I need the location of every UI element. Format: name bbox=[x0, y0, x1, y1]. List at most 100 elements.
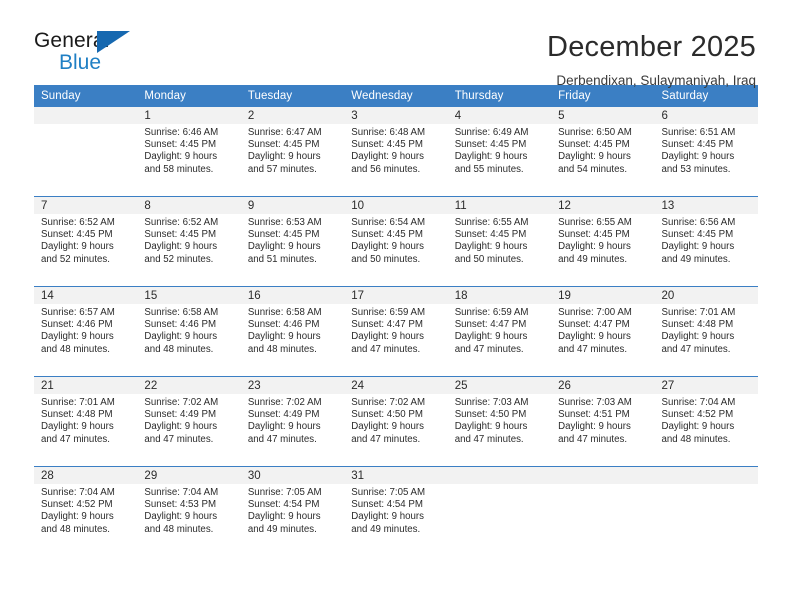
day-detail-line: and 47 minutes. bbox=[558, 433, 628, 445]
weekday-header-tuesday: Tuesday bbox=[240, 85, 345, 107]
day-detail-line: and 48 minutes. bbox=[661, 433, 731, 445]
calendar-day-cell[interactable]: 5 Sunrise: 6:50 AM Sunset: 4:45 PM Daylight… bbox=[551, 107, 655, 197]
day-cell-inner: 3 Sunrise: 6:48 AM Sunset: 4:45 PM Daylight… bbox=[344, 107, 448, 196]
calendar-day-cell[interactable]: 21 Sunrise: 7:01 AM Sunset: 4:48 PM Dayligh… bbox=[34, 376, 138, 467]
calendar-day-cell[interactable]: 20 Sunrise: 7:01 AM Sunset: 4:48 PM Dayligh… bbox=[654, 286, 758, 377]
day-cell-inner: 30 Sunrise: 7:05 AM Sunset: 4:54 PM Dayligh… bbox=[240, 467, 345, 556]
day-detail-line: Sunrise: 7:01 AM bbox=[41, 397, 115, 408]
day-detail-line: Sunrise: 6:50 AM bbox=[558, 127, 632, 138]
day-number: 24 bbox=[344, 377, 448, 394]
calendar-week-row: 7 Sunrise: 6:52 AM Sunset: 4:45 PM Daylight… bbox=[34, 196, 758, 287]
calendar-day-cell[interactable]: 13 Sunrise: 6:56 AM Sunset: 4:45 PM Dayligh… bbox=[654, 196, 758, 287]
day-detail-line: Daylight: 9 hours bbox=[454, 331, 528, 343]
day-detail-line: and 47 minutes. bbox=[558, 343, 628, 355]
day-cell-details bbox=[34, 124, 137, 127]
day-detail-line: and 52 minutes. bbox=[41, 253, 110, 265]
day-cell-details: Sunrise: 7:03 AM Sunset: 4:50 PM Daylight:… bbox=[448, 394, 551, 446]
day-number: 9 bbox=[240, 197, 345, 214]
calendar-day-cell[interactable]: 25 Sunrise: 7:03 AM Sunset: 4:50 PM Dayligh… bbox=[447, 376, 552, 467]
day-detail-line: Daylight: 9 hours bbox=[41, 241, 114, 253]
day-detail-line: Sunset: 4:45 PM bbox=[454, 139, 527, 151]
calendar-day-cell[interactable]: 1 Sunrise: 6:46 AM Sunset: 4:45 PM Daylight… bbox=[137, 107, 241, 197]
calendar-day-cell[interactable]: 14 Sunrise: 6:57 AM Sunset: 4:46 PM Dayligh… bbox=[34, 286, 138, 377]
day-number: 7 bbox=[34, 197, 138, 214]
calendar-day-cell[interactable]: 11 Sunrise: 6:55 AM Sunset: 4:45 PM Dayligh… bbox=[447, 196, 552, 287]
day-number bbox=[34, 107, 138, 124]
day-cell-details bbox=[655, 484, 758, 487]
calendar-day-cell[interactable]: 30 Sunrise: 7:05 AM Sunset: 4:54 PM Dayligh… bbox=[240, 466, 345, 556]
calendar-week-row: 1 Sunrise: 6:46 AM Sunset: 4:45 PM Daylight… bbox=[34, 107, 758, 197]
page-title: December 2025 bbox=[547, 31, 756, 63]
day-detail-line: Sunset: 4:45 PM bbox=[661, 139, 734, 151]
day-number: 27 bbox=[654, 377, 758, 394]
day-detail-line: Sunset: 4:45 PM bbox=[351, 229, 423, 241]
day-detail-line: Daylight: 9 hours bbox=[41, 331, 114, 343]
page-header: General Blue December 2025 Derbendixan, … bbox=[0, 0, 792, 88]
day-cell-inner: 15 Sunrise: 6:58 AM Sunset: 4:46 PM Dayligh… bbox=[137, 287, 241, 376]
calendar-day-cell[interactable]: 12 Sunrise: 6:55 AM Sunset: 4:45 PM Dayligh… bbox=[551, 196, 655, 287]
day-number: 8 bbox=[137, 197, 241, 214]
day-cell-details: Sunrise: 7:05 AM Sunset: 4:54 PM Daylight:… bbox=[344, 484, 447, 536]
day-cell-inner: 20 Sunrise: 7:01 AM Sunset: 4:48 PM Dayligh… bbox=[654, 287, 758, 376]
calendar-day-cell[interactable]: 4 Sunrise: 6:49 AM Sunset: 4:45 PM Daylight… bbox=[447, 107, 552, 197]
day-detail-line: and 47 minutes. bbox=[454, 343, 524, 355]
calendar-day-cell[interactable]: 7 Sunrise: 6:52 AM Sunset: 4:45 PM Daylight… bbox=[34, 196, 138, 287]
day-detail-line: Sunset: 4:54 PM bbox=[247, 499, 320, 511]
calendar-day-cell[interactable]: 23 Sunrise: 7:02 AM Sunset: 4:49 PM Dayligh… bbox=[240, 376, 345, 467]
day-number: 25 bbox=[447, 377, 552, 394]
day-detail-line: Sunrise: 7:00 AM bbox=[558, 307, 632, 318]
day-cell-inner: 18 Sunrise: 6:59 AM Sunset: 4:47 PM Dayligh… bbox=[447, 287, 552, 376]
day-cell-details: Sunrise: 6:58 AM Sunset: 4:46 PM Daylight:… bbox=[241, 304, 344, 356]
brand-logo[interactable]: General Blue bbox=[34, 28, 149, 80]
day-cell-inner bbox=[551, 467, 655, 556]
day-cell-inner: 2 Sunrise: 6:47 AM Sunset: 4:45 PM Daylight… bbox=[240, 107, 345, 196]
day-detail-line: Sunrise: 6:52 AM bbox=[41, 217, 115, 228]
calendar-day-cell[interactable]: 29 Sunrise: 7:04 AM Sunset: 4:53 PM Dayligh… bbox=[137, 466, 241, 556]
day-detail-line: Sunset: 4:45 PM bbox=[558, 229, 630, 241]
calendar-day-cell[interactable]: 16 Sunrise: 6:58 AM Sunset: 4:46 PM Dayligh… bbox=[240, 286, 345, 377]
day-detail-line: and 48 minutes. bbox=[247, 343, 317, 355]
day-detail-line: Daylight: 9 hours bbox=[351, 421, 424, 433]
day-number: 13 bbox=[654, 197, 758, 214]
calendar-day-cell[interactable]: 6 Sunrise: 6:51 AM Sunset: 4:45 PM Daylight… bbox=[654, 107, 758, 197]
day-cell-details bbox=[551, 484, 654, 487]
day-number: 10 bbox=[344, 197, 448, 214]
calendar-day-cell[interactable]: 10 Sunrise: 6:54 AM Sunset: 4:45 PM Dayligh… bbox=[344, 196, 448, 287]
day-cell-details: Sunrise: 6:55 AM Sunset: 4:45 PM Daylight:… bbox=[448, 214, 551, 266]
day-detail-line: Daylight: 9 hours bbox=[41, 421, 114, 433]
day-cell-details: Sunrise: 6:59 AM Sunset: 4:47 PM Daylight:… bbox=[448, 304, 551, 356]
day-detail-line: and 50 minutes. bbox=[454, 253, 524, 265]
calendar-day-cell[interactable]: 28 Sunrise: 7:04 AM Sunset: 4:52 PM Dayligh… bbox=[34, 466, 138, 556]
day-detail-line: Sunrise: 7:05 AM bbox=[351, 487, 426, 498]
calendar-day-cell[interactable]: 15 Sunrise: 6:58 AM Sunset: 4:46 PM Dayligh… bbox=[137, 286, 241, 377]
calendar-day-cell[interactable]: 22 Sunrise: 7:02 AM Sunset: 4:49 PM Dayligh… bbox=[137, 376, 241, 467]
calendar-day-cell[interactable]: 19 Sunrise: 7:00 AM Sunset: 4:47 PM Dayligh… bbox=[551, 286, 655, 377]
day-cell-details: Sunrise: 7:01 AM Sunset: 4:48 PM Daylight:… bbox=[34, 394, 137, 446]
day-detail-line: Daylight: 9 hours bbox=[144, 331, 218, 343]
calendar-day-cell[interactable]: 24 Sunrise: 7:02 AM Sunset: 4:50 PM Dayligh… bbox=[344, 376, 448, 467]
day-detail-line: Daylight: 9 hours bbox=[558, 241, 631, 253]
day-detail-line: Daylight: 9 hours bbox=[558, 421, 631, 433]
day-detail-line: Daylight: 9 hours bbox=[144, 511, 218, 523]
day-detail-line: and 47 minutes. bbox=[351, 343, 421, 355]
day-number: 26 bbox=[551, 377, 655, 394]
day-detail-line: and 48 minutes. bbox=[41, 523, 110, 535]
calendar-day-cell[interactable]: 8 Sunrise: 6:52 AM Sunset: 4:45 PM Daylight… bbox=[137, 196, 241, 287]
day-detail-line: and 58 minutes. bbox=[144, 163, 214, 175]
calendar-day-cell[interactable]: 3 Sunrise: 6:48 AM Sunset: 4:45 PM Daylight… bbox=[344, 107, 448, 197]
day-detail-line: Sunrise: 6:58 AM bbox=[144, 307, 219, 318]
day-detail-line: Daylight: 9 hours bbox=[144, 421, 218, 433]
day-cell-inner: 23 Sunrise: 7:02 AM Sunset: 4:49 PM Dayligh… bbox=[240, 377, 345, 466]
day-detail-line: Sunset: 4:47 PM bbox=[558, 319, 630, 331]
calendar-day-cell[interactable]: 31 Sunrise: 7:05 AM Sunset: 4:54 PM Dayligh… bbox=[344, 466, 448, 556]
calendar-day-cell[interactable]: 18 Sunrise: 6:59 AM Sunset: 4:47 PM Dayligh… bbox=[447, 286, 552, 377]
calendar-day-cell[interactable]: 27 Sunrise: 7:04 AM Sunset: 4:52 PM Dayligh… bbox=[654, 376, 758, 467]
calendar-day-cell[interactable]: 9 Sunrise: 6:53 AM Sunset: 4:45 PM Daylight… bbox=[240, 196, 345, 287]
calendar-day-cell[interactable]: 2 Sunrise: 6:47 AM Sunset: 4:45 PM Daylight… bbox=[240, 107, 345, 197]
calendar-day-cell[interactable]: 17 Sunrise: 6:59 AM Sunset: 4:47 PM Dayligh… bbox=[344, 286, 448, 377]
day-detail-line: and 49 minutes. bbox=[661, 253, 731, 265]
day-detail-line: Sunrise: 7:03 AM bbox=[558, 397, 632, 408]
day-number: 22 bbox=[137, 377, 241, 394]
calendar-day-cell[interactable]: 26 Sunrise: 7:03 AM Sunset: 4:51 PM Dayligh… bbox=[551, 376, 655, 467]
day-number: 30 bbox=[240, 467, 345, 484]
